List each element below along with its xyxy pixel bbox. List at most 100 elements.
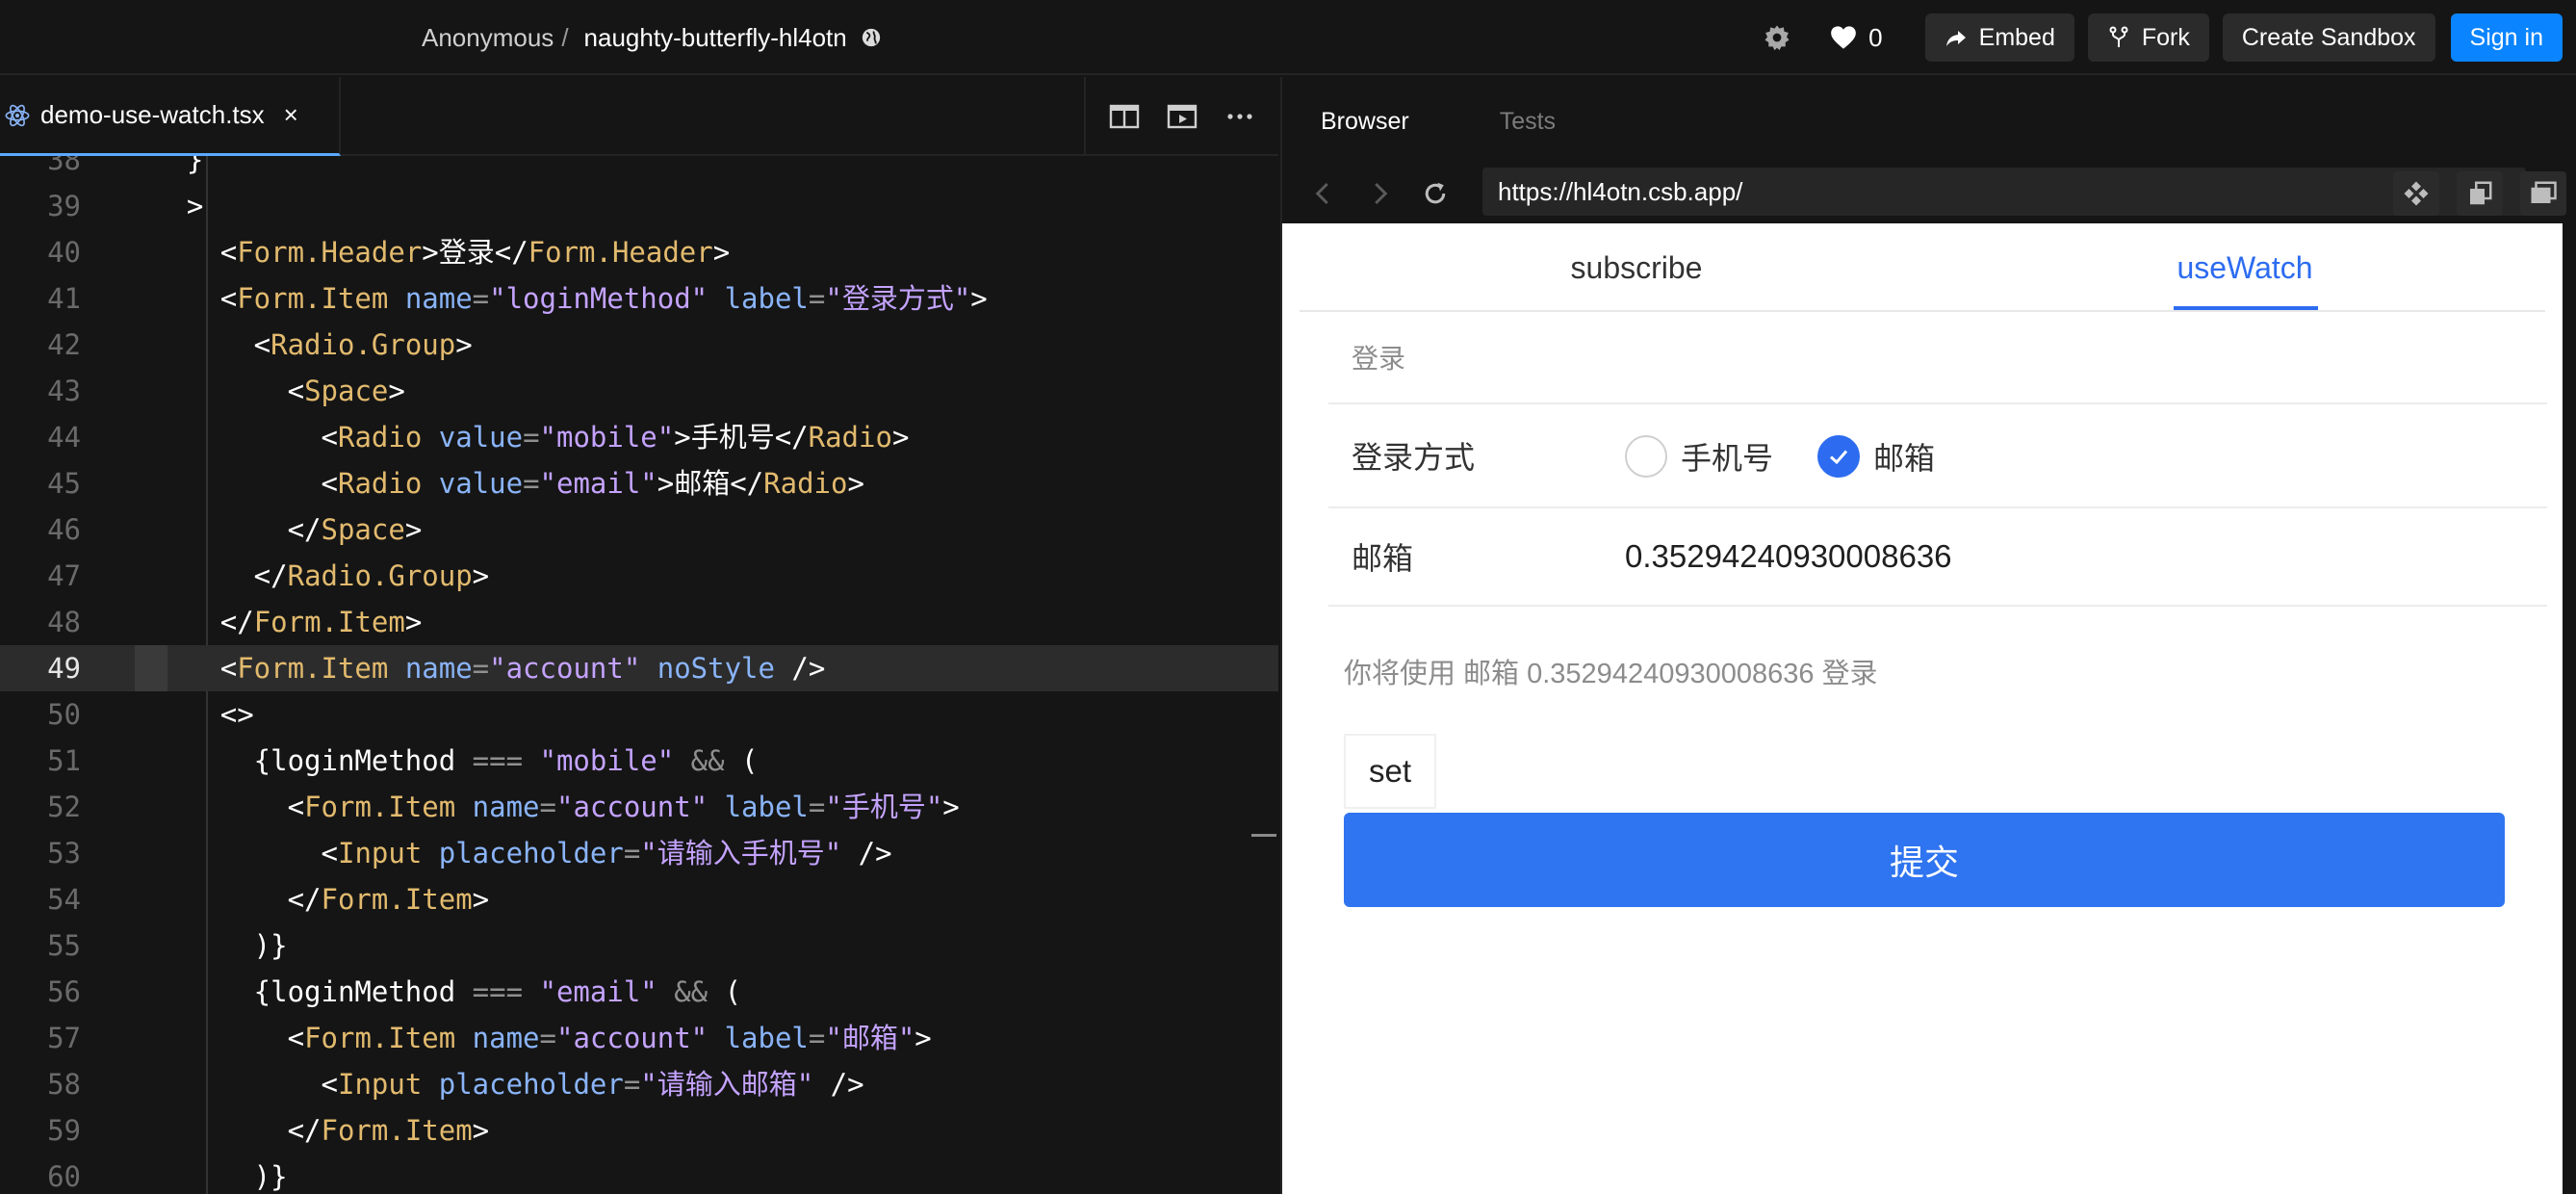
- line-code: {loginMethod === "email" && (: [119, 969, 741, 1015]
- gear-icon[interactable]: [1763, 23, 1791, 52]
- devtools-button[interactable]: [2393, 171, 2439, 216]
- more-options-icon[interactable]: [1224, 103, 1255, 130]
- new-window-button[interactable]: [2520, 171, 2566, 216]
- code-token: <: [119, 467, 338, 500]
- like-count: 0: [1868, 22, 1883, 52]
- tab-browser[interactable]: Browser: [1321, 108, 1409, 136]
- code-token: value: [438, 467, 524, 500]
- code-token: =: [623, 837, 641, 870]
- line-code: <Form.Item name="account" label="邮箱">: [119, 1015, 932, 1061]
- create-sandbox-button[interactable]: Create Sandbox: [2222, 13, 2435, 62]
- code-token: "邮箱": [825, 1022, 915, 1054]
- line-number: 38: [47, 156, 81, 176]
- back-icon[interactable]: [1309, 179, 1338, 208]
- code-area[interactable]: 38 } 39 >40 <Form.Header>登录</Form.Header>…: [0, 156, 1278, 1194]
- url-bar[interactable]: https://hl4otn.csb.app/: [1482, 168, 2526, 216]
- embed-button[interactable]: Embed: [1924, 13, 2074, 62]
- code-line[interactable]: 40 <Form.Header>登录</Form.Header>: [0, 229, 1278, 275]
- code-token: Space: [304, 375, 389, 407]
- code-line[interactable]: 38 }: [0, 156, 1278, 183]
- code-line[interactable]: 43 <Space>: [0, 368, 1278, 414]
- code-line[interactable]: 51 {loginMethod === "mobile" && (: [0, 738, 1278, 784]
- code-line[interactable]: 60 )}: [0, 1154, 1278, 1194]
- file-tab[interactable]: demo-use-watch.tsx ×: [0, 77, 341, 156]
- globe-icon[interactable]: [861, 27, 882, 48]
- forward-icon[interactable]: [1365, 179, 1394, 208]
- like-counter[interactable]: 0: [1830, 22, 1883, 53]
- sign-in-label: Sign in: [2469, 23, 2543, 51]
- copy-window-icon: [2470, 181, 2492, 205]
- code-token: <>: [119, 698, 254, 731]
- line-code: <Input placeholder="请输入手机号" />: [119, 830, 892, 876]
- line-number: 47: [47, 559, 81, 592]
- close-tab-icon[interactable]: ×: [284, 100, 298, 130]
- radio-checked-icon[interactable]: [1817, 435, 1860, 478]
- code-token: }: [119, 156, 204, 176]
- code-token: Form.Item: [304, 1022, 456, 1054]
- code-line[interactable]: 56 {loginMethod === "email" && (: [0, 969, 1278, 1015]
- tab-subscribe[interactable]: subscribe: [1550, 223, 1723, 312]
- sign-in-button[interactable]: Sign in: [2450, 13, 2563, 62]
- code-line[interactable]: 46 </Space>: [0, 506, 1278, 553]
- code-line[interactable]: 54 </Form.Item>: [0, 876, 1278, 922]
- code-line[interactable]: 53 <Input placeholder="请输入手机号" />: [0, 830, 1278, 876]
- preview-icon[interactable]: [1167, 103, 1198, 130]
- code-line[interactable]: 52 <Form.Item name="account" label="手机号"…: [0, 784, 1278, 830]
- tab-usewatch[interactable]: useWatch: [2172, 223, 2318, 312]
- account-input[interactable]: 0.35294240930008636: [1625, 538, 1952, 575]
- code-token: <: [119, 791, 305, 823]
- refresh-icon[interactable]: [1421, 179, 1450, 208]
- radio-mobile[interactable]: 手机号: [1625, 404, 1773, 508]
- code-token: "mobile": [539, 744, 675, 777]
- code-token: "account": [555, 791, 708, 823]
- code-line[interactable]: 49 <Form.Item name="account" noStyle />: [0, 645, 1278, 691]
- code-token: </: [119, 1114, 322, 1147]
- code-token: >: [455, 328, 473, 361]
- code-line[interactable]: 58 <Input placeholder="请输入邮箱" />: [0, 1061, 1278, 1107]
- code-line[interactable]: 39 >: [0, 183, 1278, 229]
- split-view-icon[interactable]: [1109, 103, 1140, 130]
- radio-email[interactable]: 邮箱: [1817, 404, 1935, 508]
- code-line[interactable]: 57 <Form.Item name="account" label="邮箱">: [0, 1015, 1278, 1061]
- code-line[interactable]: 41 <Form.Item name="loginMethod" label="…: [0, 275, 1278, 322]
- scrollbar-marker[interactable]: [1251, 834, 1276, 837]
- heart-icon: [1831, 26, 1857, 49]
- line-number: 46: [47, 513, 81, 546]
- line-code: {loginMethod === "mobile" && (: [119, 738, 759, 784]
- code-line[interactable]: 45 <Radio value="email">邮箱</Radio>: [0, 460, 1278, 506]
- code-line[interactable]: 59 </Form.Item>: [0, 1107, 1278, 1154]
- code-line[interactable]: 42 <Radio.Group>: [0, 322, 1278, 368]
- fork-button[interactable]: Fork: [2087, 13, 2209, 62]
- code-token: =: [523, 421, 540, 454]
- code-line[interactable]: 55 )}: [0, 922, 1278, 969]
- line-number: 58: [47, 1068, 81, 1101]
- code-line[interactable]: 48 </Form.Item>: [0, 599, 1278, 645]
- code-line[interactable]: 50 <>: [0, 691, 1278, 738]
- line-number: 54: [47, 883, 81, 916]
- code-token: </: [119, 559, 288, 592]
- submit-button[interactable]: 提交: [1344, 813, 2505, 907]
- set-button[interactable]: set: [1344, 734, 1436, 809]
- code-token: Form.Item: [253, 606, 405, 638]
- owner-link[interactable]: Anonymous: [422, 23, 554, 53]
- radio-unchecked-icon[interactable]: [1625, 435, 1667, 478]
- code-token: <: [119, 236, 238, 269]
- code-token: placeholder: [438, 1068, 624, 1101]
- tab-tests[interactable]: Tests: [1500, 108, 1556, 136]
- code-line[interactable]: 47 </Radio.Group>: [0, 553, 1278, 599]
- code-token: =: [523, 467, 540, 500]
- code-token: =: [623, 1068, 641, 1101]
- code-token: >: [404, 513, 423, 546]
- open-window-button[interactable]: [2457, 171, 2503, 216]
- code-token: =: [472, 652, 490, 685]
- top-bar: Anonymous / naughty-butterfly-hl4otn 0 E…: [0, 0, 2576, 75]
- sandbox-name[interactable]: naughty-butterfly-hl4otn: [584, 23, 847, 53]
- code-line[interactable]: 44 <Radio value="mobile">手机号</Radio>: [0, 414, 1278, 460]
- line-code: <Form.Item name="loginMethod" label="登录方…: [119, 275, 988, 322]
- radio-mobile-label: 手机号: [1681, 441, 1774, 476]
